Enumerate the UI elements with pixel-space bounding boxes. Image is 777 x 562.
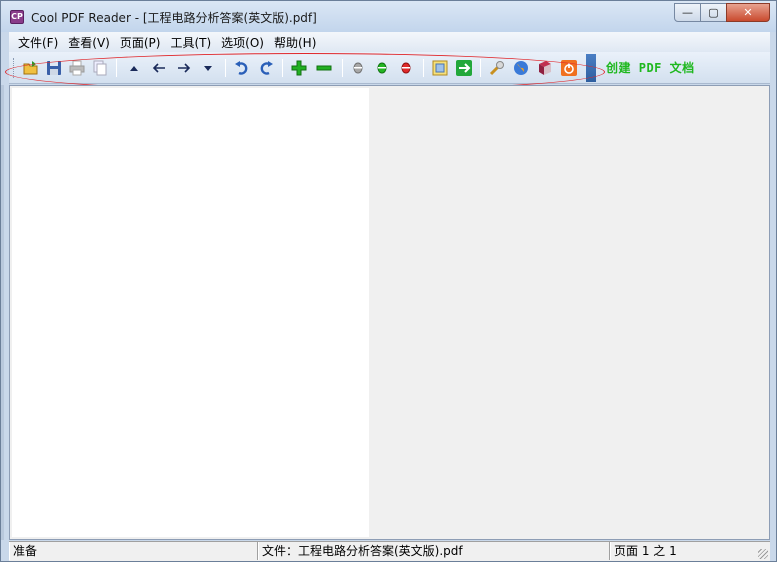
- copy-button[interactable]: [90, 58, 110, 78]
- green-arrow-right-icon: [456, 60, 472, 76]
- gray-circle-icon: [353, 62, 363, 74]
- arrow-left-icon: [152, 63, 165, 73]
- fit-width-button[interactable]: [348, 58, 368, 78]
- app-logo-icon: CP: [10, 10, 24, 24]
- save-button[interactable]: [44, 58, 64, 78]
- menu-view[interactable]: 查看(V): [63, 34, 115, 51]
- actual-size-button[interactable]: [396, 58, 416, 78]
- previous-page-button[interactable]: [149, 58, 169, 78]
- fit-page-button[interactable]: [372, 58, 392, 78]
- status-file: 文件：工程电路分析答案(英文版).pdf: [258, 542, 610, 560]
- redo-arrow-icon: [260, 61, 273, 75]
- page-frame-icon: [432, 60, 448, 76]
- first-page-button[interactable]: [124, 58, 144, 78]
- toolbar-separator: [342, 59, 343, 77]
- printer-icon: [69, 60, 85, 76]
- open-button[interactable]: [21, 58, 41, 78]
- undo-button[interactable]: [232, 58, 252, 78]
- maximize-button[interactable]: ▢: [700, 3, 727, 22]
- arrow-right-icon: [178, 63, 191, 73]
- redo-button[interactable]: [256, 58, 276, 78]
- menu-tools[interactable]: 工具(T): [165, 34, 216, 51]
- menu-page[interactable]: 页面(P): [115, 34, 166, 51]
- status-ready: 准备: [9, 542, 258, 560]
- minimize-button[interactable]: —: [674, 3, 701, 22]
- exit-button[interactable]: [559, 58, 579, 78]
- status-bar: 准备 文件：工程电路分析答案(英文版).pdf 页面 1 之 1: [9, 541, 770, 561]
- print-button[interactable]: [67, 58, 87, 78]
- minus-icon: [316, 65, 332, 71]
- toolbar-overflow-handle[interactable]: [586, 54, 596, 82]
- toolbar-separator: [282, 59, 283, 77]
- globe-icon: [514, 61, 528, 75]
- toolbar-separator: [116, 59, 117, 77]
- last-page-button[interactable]: [198, 58, 218, 78]
- toolbar-grip[interactable]: [13, 58, 16, 78]
- close-button[interactable]: ✕: [726, 3, 770, 22]
- save-disk-icon: [47, 61, 61, 75]
- wrench-icon: [489, 61, 504, 76]
- toolbar: 创建 PDF 文档: [9, 52, 770, 84]
- app-window: CP Cool PDF Reader - [工程电路分析答案(英文版).pdf]…: [0, 0, 777, 562]
- menu-bar: 文件(F) 查看(V) 页面(P) 工具(T) 选项(O) 帮助(H): [9, 32, 770, 52]
- pdf-page[interactable]: [12, 88, 369, 537]
- create-pdf-link[interactable]: 创建 PDF 文档: [606, 59, 695, 76]
- undo-arrow-icon: [235, 61, 248, 75]
- power-icon: [561, 60, 577, 76]
- settings-button[interactable]: [487, 58, 507, 78]
- book-icon: [539, 61, 551, 75]
- help-book-button[interactable]: [535, 58, 555, 78]
- plus-icon: [291, 60, 307, 76]
- toolbar-separator: [423, 59, 424, 77]
- window-title: Cool PDF Reader - [工程电路分析答案(英文版).pdf]: [31, 11, 317, 25]
- zoom-out-button[interactable]: [314, 58, 334, 78]
- status-page-text: 页面 1 之 1: [614, 544, 677, 558]
- menu-help[interactable]: 帮助(H): [269, 34, 321, 51]
- triangle-up-icon: [130, 66, 138, 71]
- toolbar-separator: [480, 59, 481, 77]
- web-button[interactable]: [511, 58, 531, 78]
- thumbnail-button[interactable]: [430, 58, 450, 78]
- goto-button[interactable]: [454, 58, 474, 78]
- copy-pages-icon: [93, 60, 107, 76]
- menu-file[interactable]: 文件(F): [13, 34, 63, 51]
- open-folder-icon: [23, 61, 38, 75]
- toolbar-separator: [225, 59, 226, 77]
- green-circle-icon: [377, 62, 387, 74]
- zoom-in-button[interactable]: [289, 58, 309, 78]
- document-view[interactable]: [9, 85, 770, 540]
- left-edge: [1, 85, 4, 540]
- window-controls: — ▢ ✕: [674, 3, 770, 22]
- status-page: 页面 1 之 1: [610, 542, 770, 560]
- title-bar[interactable]: CP Cool PDF Reader - [工程电路分析答案(英文版).pdf]…: [1, 1, 776, 32]
- next-page-button[interactable]: [174, 58, 194, 78]
- red-circle-icon: [401, 62, 411, 74]
- resize-grip-icon[interactable]: [758, 549, 768, 559]
- menu-options[interactable]: 选项(O): [216, 34, 269, 51]
- triangle-down-icon: [204, 66, 212, 71]
